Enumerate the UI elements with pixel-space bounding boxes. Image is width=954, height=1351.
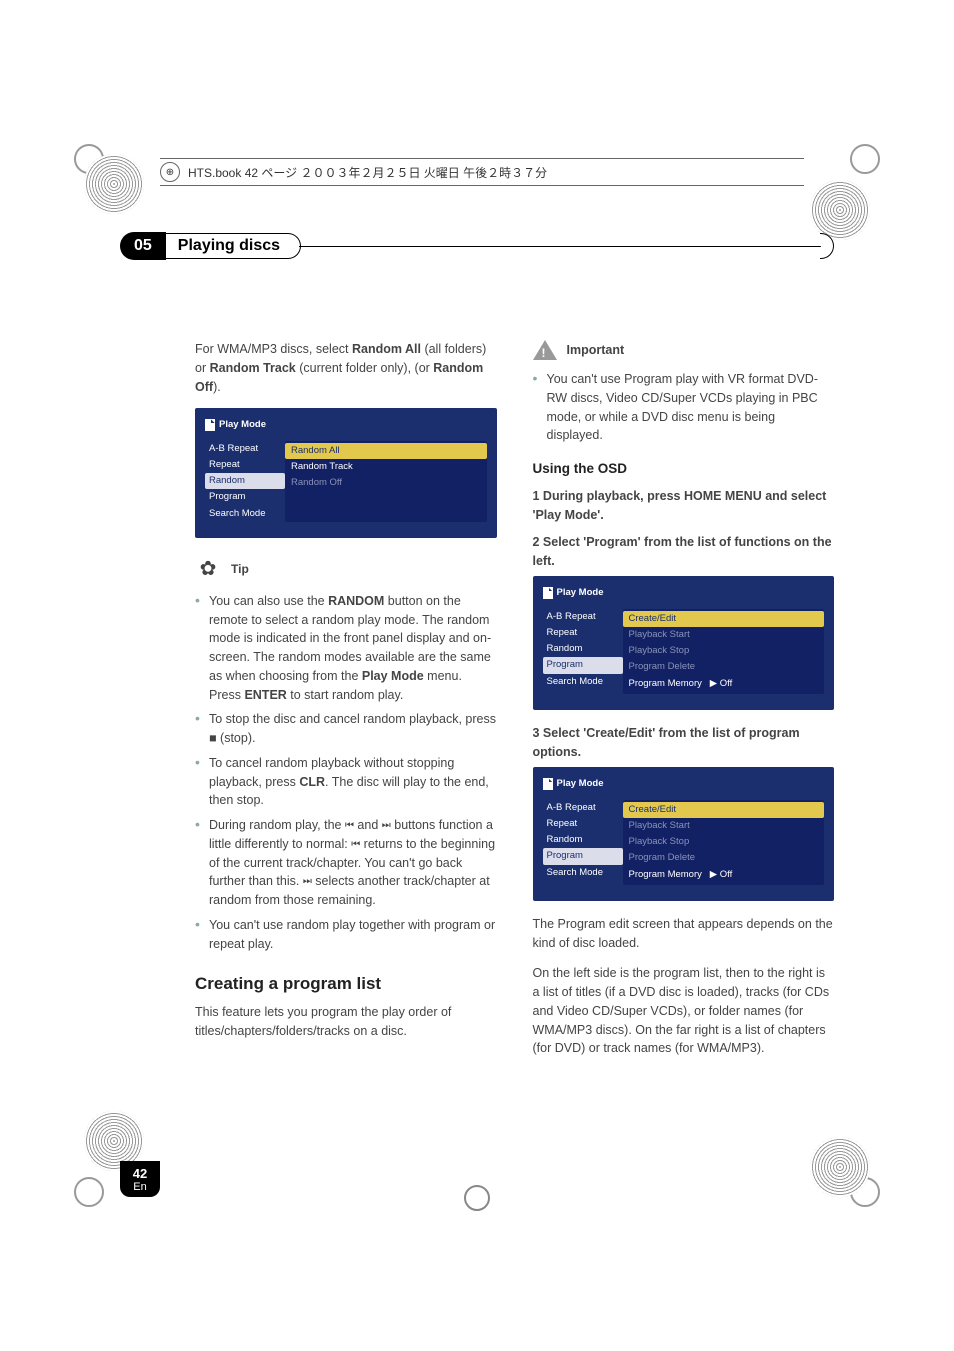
menu-title: Play Mode	[557, 777, 604, 791]
important-list: You can't use Program play with VR forma…	[533, 370, 835, 445]
page-footer: 42 En	[120, 1161, 160, 1197]
step-3: 3 Select 'Create/Edit' from the list of …	[533, 724, 835, 762]
menu-item: Repeat	[543, 625, 623, 641]
center-register-mark	[464, 1185, 490, 1211]
menu-option-dim: Playback Start	[623, 627, 825, 643]
next-track-icon: ⏭	[303, 874, 312, 889]
menu-item: A-B Repeat	[543, 800, 623, 816]
section-end-cap	[820, 233, 834, 259]
tip-item: To stop the disc and cancel random playb…	[195, 710, 497, 748]
menu-item: Random	[543, 832, 623, 848]
menu-left-list: A-B Repeat Repeat Random Program Search …	[543, 800, 623, 885]
tip-item: To cancel random playback without stoppi…	[195, 754, 497, 810]
tip-list: You can also use the RANDOM button on th…	[195, 592, 497, 954]
text: ).	[213, 380, 221, 394]
heading-creating-program-list: Creating a program list	[195, 971, 497, 997]
warning-icon	[533, 340, 557, 360]
menu-option-selected: Create/Edit	[623, 611, 825, 627]
stop-icon: ■	[209, 731, 217, 745]
menu-item-selected: Random	[205, 473, 285, 489]
crop-mark	[848, 140, 884, 176]
menu-option-selected: Create/Edit	[623, 802, 825, 818]
registration-circle	[84, 154, 144, 214]
important-header: Important	[533, 340, 835, 360]
prev-track-icon: ⏮	[351, 837, 360, 852]
menu-item-selected: Program	[543, 657, 623, 673]
menu-item: Search Mode	[543, 865, 623, 881]
menu-title: Play Mode	[557, 586, 604, 600]
menu-option: Program Memory ▶ Off	[623, 867, 825, 883]
menu-option-dim: Playback Start	[623, 818, 825, 834]
term-random-track: Random Track	[210, 361, 296, 375]
menu-right-list: Create/Edit Playback Start Playback Stop…	[623, 800, 825, 885]
menu-option-dim: Random Off	[285, 475, 487, 491]
important-item: You can't use Program play with VR forma…	[533, 370, 835, 445]
menu-option-selected: Random All	[285, 443, 487, 459]
text: (current folder only), (or	[296, 361, 434, 375]
menu-option: Random Track	[285, 459, 487, 475]
step-1: 1 During playback, press HOME MENU and s…	[533, 487, 835, 525]
menu-item: Program	[205, 489, 285, 505]
program-edit-body-1: The Program edit screen that appears dep…	[533, 915, 835, 953]
book-icon: ⊕	[160, 162, 180, 182]
tip-item: You can also use the RANDOM button on th…	[195, 592, 497, 705]
tip-item: During random play, the ⏮ and ⏭ buttons …	[195, 816, 497, 910]
menu-right-list: Random All Random Track Random Off	[285, 441, 487, 522]
important-label: Important	[567, 341, 625, 360]
menu-option-dim: Program Delete	[623, 850, 825, 866]
registration-circle	[810, 180, 870, 240]
prev-track-icon: ⏮	[345, 818, 354, 833]
tip-item: You can't use random play together with …	[195, 916, 497, 954]
menu-left-list: A-B Repeat Repeat Random Program Search …	[205, 441, 285, 522]
section-header: 05 Playing discs	[120, 232, 834, 260]
doc-icon	[543, 778, 553, 790]
creating-program-body: This feature lets you program the play o…	[195, 1003, 497, 1041]
menu-item: Repeat	[543, 816, 623, 832]
osd-menu-random: Play Mode A-B Repeat Repeat Random Progr…	[195, 408, 497, 538]
menu-option-dim: Playback Stop	[623, 834, 825, 850]
heading-using-osd: Using the OSD	[533, 459, 835, 479]
section-rule	[299, 246, 821, 247]
program-edit-body-2: On the left side is the program list, th…	[533, 964, 835, 1058]
section-title: Playing discs	[166, 233, 301, 259]
next-track-icon: ⏭	[382, 818, 391, 833]
menu-item: A-B Repeat	[543, 609, 623, 625]
registration-circle	[810, 1137, 870, 1197]
osd-menu-create-edit: Play Mode A-B Repeat Repeat Random Progr…	[533, 767, 835, 901]
gear-icon: ✿	[195, 556, 221, 582]
section-number: 05	[120, 232, 166, 260]
tip-header: ✿ Tip	[195, 556, 497, 582]
tip-label: Tip	[231, 560, 249, 578]
menu-right-list: Create/Edit Playback Start Playback Stop…	[623, 609, 825, 694]
menu-item-selected: Program	[543, 848, 623, 864]
print-header-text: HTS.book 42 ページ ２００３年２月２５日 火曜日 午後２時３７分	[188, 164, 547, 181]
term-random-all: Random All	[352, 342, 421, 356]
osd-menu-program: Play Mode A-B Repeat Repeat Random Progr…	[533, 576, 835, 710]
intro-paragraph: For WMA/MP3 discs, select Random All (al…	[195, 340, 497, 396]
menu-option-dim: Playback Stop	[623, 643, 825, 659]
text: For WMA/MP3 discs, select	[195, 342, 352, 356]
menu-left-list: A-B Repeat Repeat Random Program Search …	[543, 609, 623, 694]
print-header: ⊕ HTS.book 42 ページ ２００３年２月２５日 火曜日 午後２時３７分	[160, 158, 804, 186]
menu-item: Search Mode	[543, 674, 623, 690]
step-2: 2 Select 'Program' from the list of func…	[533, 533, 835, 571]
page-number: 42	[133, 1166, 147, 1181]
page-lang: En	[133, 1181, 146, 1193]
menu-option: Program Memory ▶ Off	[623, 676, 825, 692]
menu-item: A-B Repeat	[205, 441, 285, 457]
menu-item: Random	[543, 641, 623, 657]
doc-icon	[205, 419, 215, 431]
crop-mark	[70, 1175, 106, 1211]
menu-item: Search Mode	[205, 506, 285, 522]
right-column: Important You can't use Program play wit…	[533, 340, 835, 1091]
menu-item: Repeat	[205, 457, 285, 473]
menu-option-dim: Program Delete	[623, 659, 825, 675]
menu-title: Play Mode	[219, 418, 266, 432]
doc-icon	[543, 587, 553, 599]
left-column: For WMA/MP3 discs, select Random All (al…	[195, 340, 497, 1091]
